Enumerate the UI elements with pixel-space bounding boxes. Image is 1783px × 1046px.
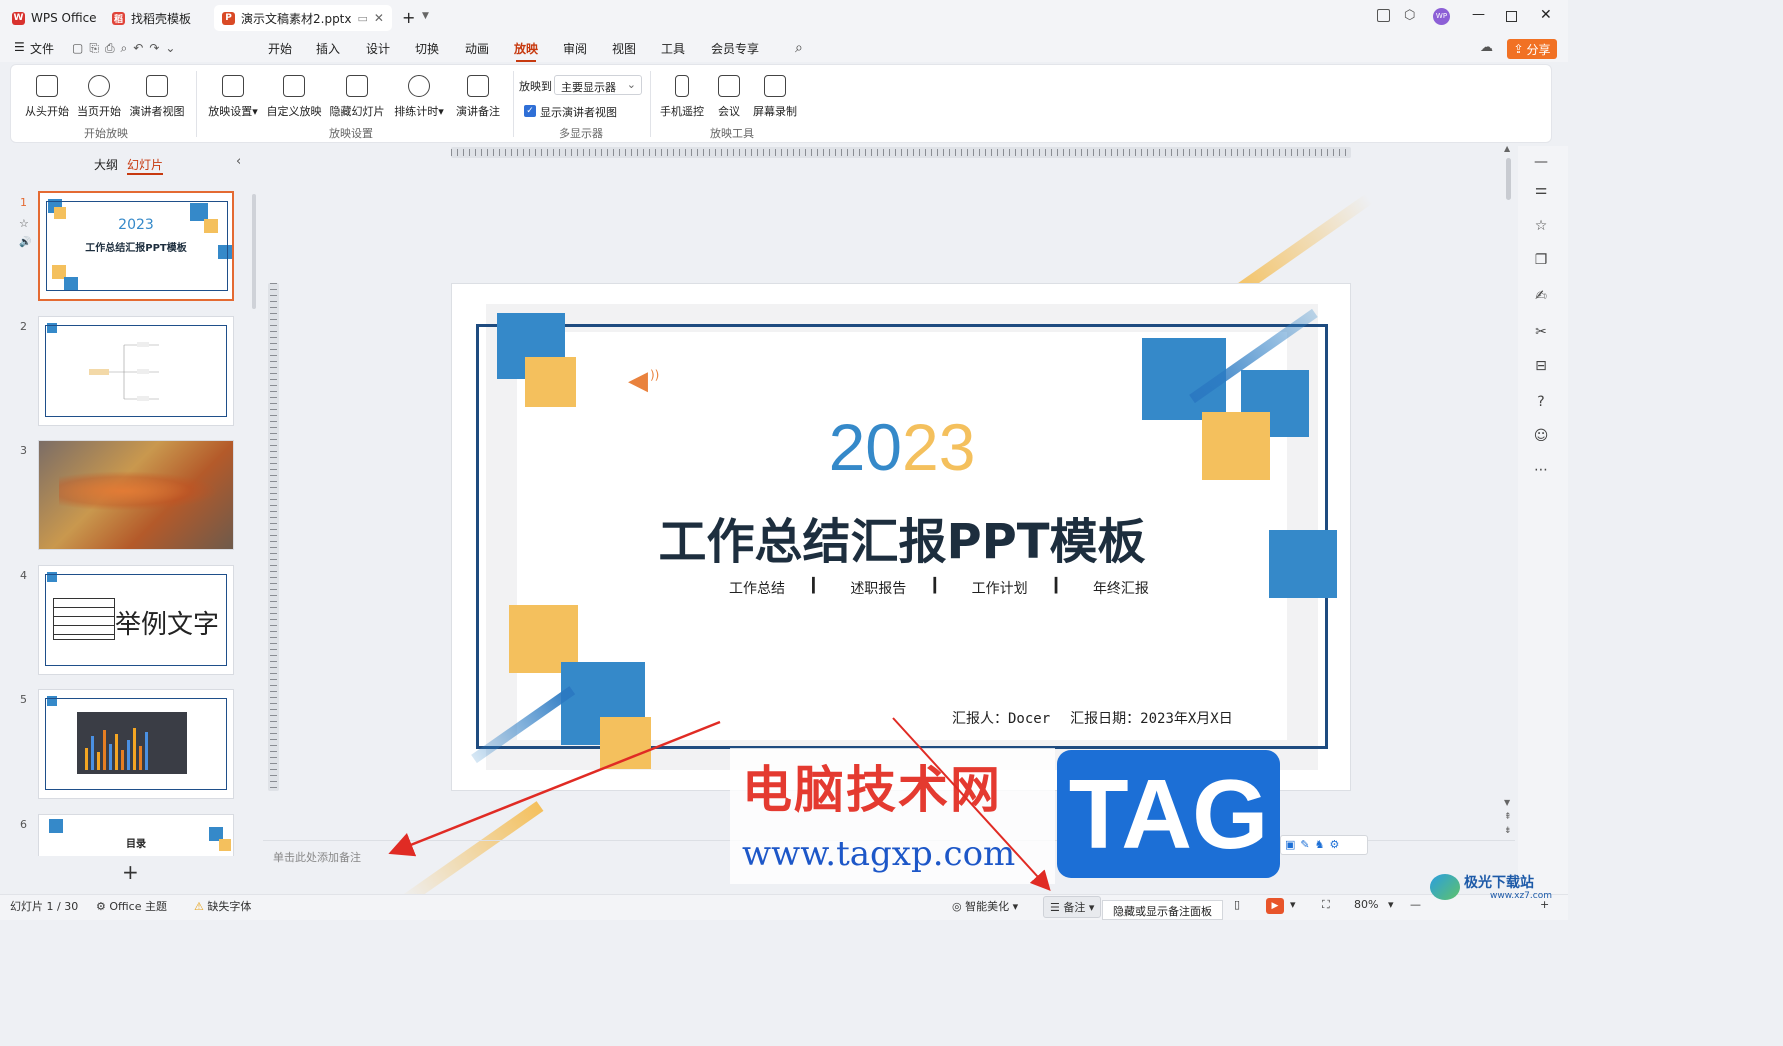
beautify-icon: ◎ — [952, 900, 962, 913]
theme-status[interactable]: ⚙ Office 主题 — [96, 898, 167, 914]
play-slideshow-button[interactable]: ▶ — [1266, 898, 1284, 914]
corner-watermark: 极光下载站 www.xz7.com — [1430, 872, 1562, 904]
chevron-down-icon[interactable]: ▾ — [1388, 898, 1394, 911]
missing-font-label: 缺失字体 — [207, 900, 252, 913]
beautify-label: 智能美化 — [965, 900, 1010, 913]
reading-view-icon[interactable]: ▯ — [1234, 898, 1240, 911]
notes-icon: ☰ — [1050, 901, 1060, 914]
warning-icon: ⚠ — [194, 900, 204, 913]
red-arrow — [388, 720, 721, 857]
beautify-button[interactable]: ◎ 智能美化 ▾ — [952, 898, 1018, 914]
aurora-logo-icon — [1430, 874, 1460, 900]
annotation-arrows — [388, 717, 1051, 891]
logo-url: www.xz7.com — [1490, 891, 1552, 901]
theme-label: Office 主题 — [109, 900, 167, 913]
notes-tooltip: 隐藏或显示备注面板 — [1102, 900, 1223, 920]
notes-label: 备注 — [1063, 901, 1086, 914]
logo-text: 极光下载站 — [1464, 875, 1534, 891]
zoom-out-icon[interactable]: — — [1410, 898, 1421, 911]
chevron-down-icon[interactable]: ▾ — [1290, 898, 1296, 911]
notes-toggle-button[interactable]: ☰ 备注 ▾ — [1043, 896, 1102, 918]
missing-font-status[interactable]: ⚠ 缺失字体 — [194, 898, 251, 914]
status-bar: 幻灯片 1 / 30 ⚙ Office 主题 ⚠ 缺失字体 ◎ 智能美化 ▾ ☰… — [0, 894, 1568, 920]
zoom-level[interactable]: 80% — [1354, 898, 1378, 911]
slide-count: 幻灯片 1 / 30 — [10, 900, 79, 913]
fit-window-icon[interactable]: ⛶ — [1322, 898, 1330, 912]
red-arrow — [892, 717, 1051, 891]
theme-icon: ⚙ — [96, 900, 106, 913]
